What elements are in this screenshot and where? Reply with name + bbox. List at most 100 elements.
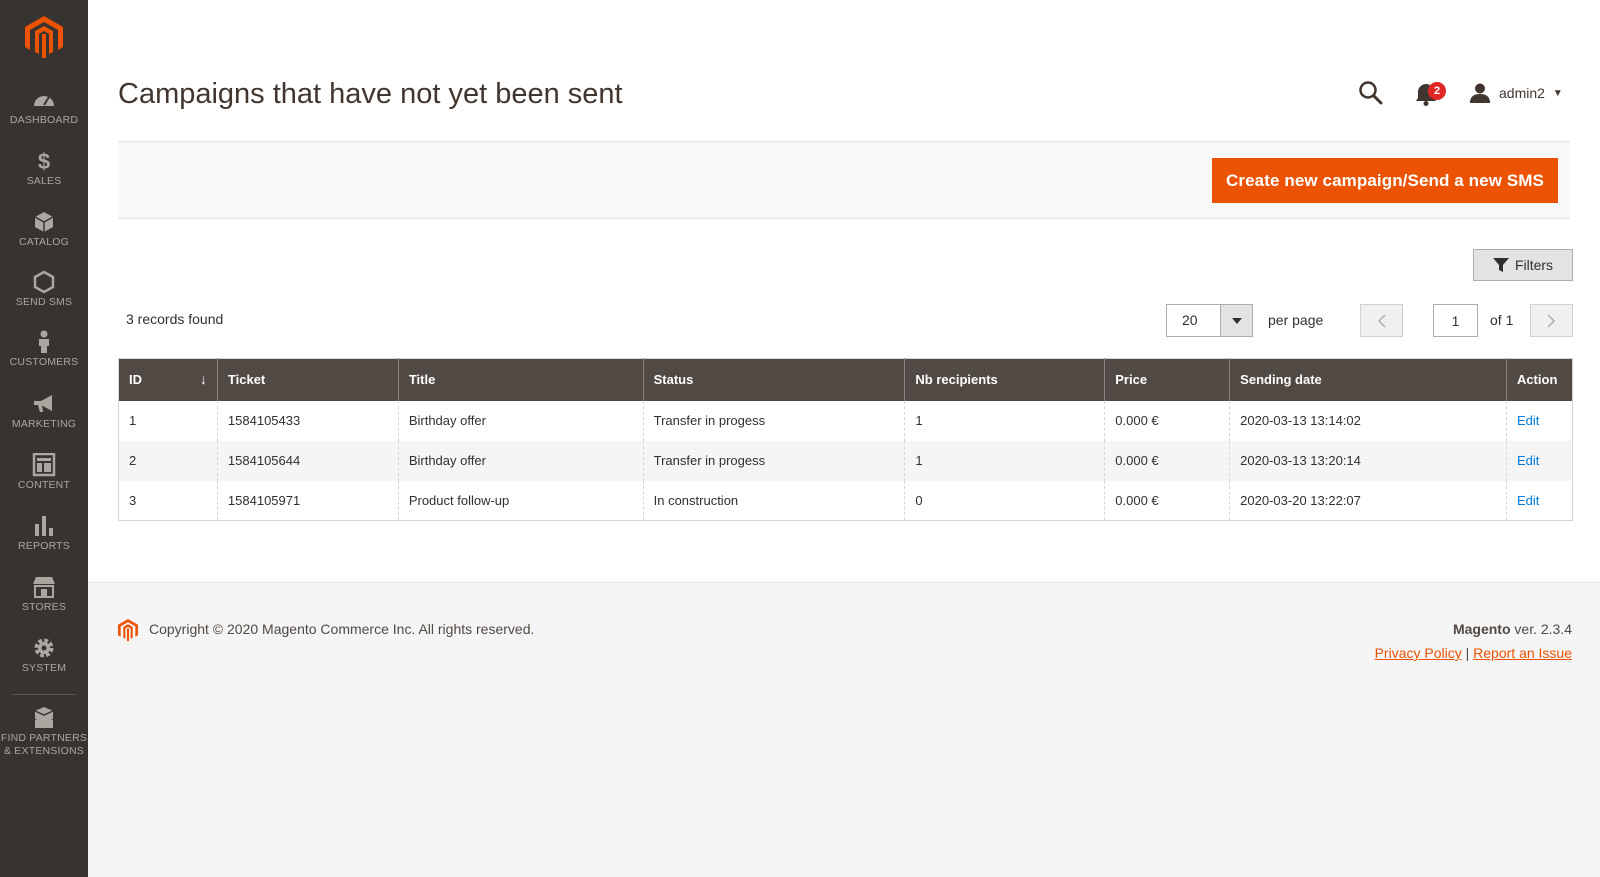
create-campaign-button[interactable]: Create new campaign/Send a new SMS: [1212, 158, 1558, 203]
cell-title: Product follow-up: [397, 480, 644, 521]
sort-arrow-down-icon: ↓: [199, 371, 207, 387]
sidebar-item-label: CONTENT: [17, 479, 71, 491]
edit-link[interactable]: Edit: [1517, 413, 1539, 428]
table-row: 1 1584105433 Birthday offer Transfer in …: [119, 400, 1573, 441]
sidebar-item-label: FIND PARTNERS: [0, 732, 88, 744]
previous-page-button[interactable]: [1360, 304, 1403, 337]
column-header-nb-recipients[interactable]: Nb recipients: [904, 358, 1105, 401]
column-header-price[interactable]: Price: [1104, 358, 1230, 401]
column-header-action: Action: [1505, 358, 1573, 401]
filters-button[interactable]: Filters: [1473, 249, 1573, 281]
megaphone-icon: [34, 395, 52, 412]
edit-link[interactable]: Edit: [1517, 453, 1539, 468]
privacy-policy-link[interactable]: Privacy Policy: [1375, 645, 1462, 661]
extensions-icon: [34, 707, 54, 728]
cell-status: Transfer in progess: [642, 400, 905, 441]
sidebar-item-content[interactable]: CONTENT: [0, 453, 88, 492]
column-header-sending-date[interactable]: Sending date: [1229, 358, 1507, 401]
column-header-status[interactable]: Status: [642, 358, 905, 401]
cell-ticket: 1584105971: [216, 480, 399, 521]
table-row: 3 1584105971 Product follow-up In constr…: [119, 480, 1573, 521]
column-header-id[interactable]: ID ↓: [118, 358, 218, 401]
column-label: Price: [1115, 372, 1148, 388]
version-text: ver. 2.3.4: [1510, 621, 1572, 637]
person-icon: [39, 330, 49, 353]
cell-sending-date: 2020-03-13 13:14:02: [1229, 400, 1507, 441]
sidebar-item-stores[interactable]: STORES: [0, 575, 88, 614]
gear-icon: [34, 638, 54, 658]
campaigns-table: ID ↓ Ticket Title Status Nb recipients Pr…: [118, 358, 1573, 521]
dollar-icon: $: [38, 149, 50, 173]
magento-footer-logo-icon: [118, 619, 138, 641]
user-name: admin2: [1499, 85, 1545, 101]
hexagon-icon: [33, 270, 55, 294]
bar-chart-icon: [35, 516, 53, 536]
search-icon[interactable]: [1358, 80, 1384, 106]
sidebar-divider: [12, 694, 76, 695]
column-label: Ticket: [227, 372, 266, 388]
page-title: Campaigns that have not yet been sent: [118, 78, 623, 110]
next-page-button[interactable]: [1530, 304, 1573, 337]
cell-action: Edit: [1505, 440, 1573, 481]
user-menu[interactable]: admin2 ▼: [1470, 82, 1563, 104]
svg-text:$: $: [38, 149, 50, 173]
cell-title: Birthday offer: [397, 440, 644, 481]
sidebar-item-label: SYSTEM: [21, 662, 67, 674]
link-separator: |: [1461, 645, 1474, 661]
cell-id: 3: [129, 492, 137, 508]
version-info: Magento ver. 2.3.4: [1453, 621, 1572, 637]
cell-price: 0.000 €: [1104, 400, 1230, 441]
box-icon: [34, 212, 54, 232]
sidebar-item-sales[interactable]: $ SALES: [0, 149, 88, 188]
cell-action: Edit: [1505, 480, 1573, 521]
column-label: Status: [653, 372, 694, 388]
cell-status: Transfer in progess: [642, 440, 905, 481]
sidebar-item-label: STORES: [21, 601, 67, 613]
total-pages-label: of 1: [1490, 312, 1514, 328]
cell-ticket: 1584105644: [216, 440, 399, 481]
store-icon: [33, 577, 55, 598]
records-count: 3 records found: [126, 311, 224, 327]
sidebar-item-system[interactable]: SYSTEM: [0, 636, 88, 675]
per-page-value: 20: [1182, 312, 1198, 328]
sidebar-item-reports[interactable]: REPORTS: [0, 514, 88, 553]
sidebar-item-catalog[interactable]: CATALOG: [0, 210, 88, 249]
sidebar-item-label: CUSTOMERS: [9, 356, 79, 368]
edit-link[interactable]: Edit: [1517, 493, 1539, 508]
sidebar-item-find-partners[interactable]: FIND PARTNERS & EXTENSIONS: [0, 706, 88, 758]
cell-id: 1: [129, 413, 137, 428]
sidebar-item-marketing[interactable]: MARKETING: [0, 392, 88, 431]
chevron-right-icon: [1547, 313, 1556, 328]
sidebar-item-send-sms[interactable]: SEND SMS: [0, 270, 88, 309]
report-issue-link[interactable]: Report an Issue: [1473, 645, 1572, 661]
per-page-select[interactable]: 20: [1166, 304, 1253, 337]
cell-sending-date: 2020-03-20 13:22:07: [1229, 480, 1507, 521]
sidebar-item-label: REPORTS: [18, 540, 70, 552]
cell-price: 0.000 €: [1104, 480, 1230, 521]
cell-id: 2: [118, 440, 218, 481]
sidebar-item-customers[interactable]: CUSTOMERS: [0, 330, 88, 369]
column-header-ticket[interactable]: Ticket: [216, 358, 399, 401]
cell-ticket: 1584105433: [216, 400, 399, 441]
sidebar-item-label: SALES: [26, 175, 62, 187]
column-label: Action: [1516, 372, 1558, 388]
cell-nb-recipients: 1: [904, 400, 1105, 441]
sidebar-item-label: & EXTENSIONS: [3, 745, 84, 757]
cell-status: In construction: [642, 480, 905, 521]
current-page-input[interactable]: [1433, 304, 1478, 337]
layout-icon: [32, 453, 56, 477]
cell-title: Birthday offer: [397, 400, 644, 441]
notification-badge[interactable]: 2: [1428, 82, 1446, 100]
magento-logo-icon[interactable]: [25, 16, 63, 58]
per-page-label: per page: [1268, 312, 1324, 328]
column-label: Nb recipients: [915, 372, 998, 388]
column-header-title[interactable]: Title: [397, 358, 644, 401]
cell-price: 0.000 €: [1104, 440, 1230, 481]
brand-name: Magento: [1452, 621, 1511, 637]
filter-icon: [1492, 257, 1509, 272]
cell-nb-recipients: 0: [904, 480, 1105, 521]
table-row: 2 1584105644 Birthday offer Transfer in …: [118, 440, 1573, 481]
per-page-toggle[interactable]: [1220, 305, 1252, 336]
sidebar-item-dashboard[interactable]: DASHBOARD: [0, 88, 88, 127]
caret-down-icon: ▼: [1552, 87, 1563, 99]
